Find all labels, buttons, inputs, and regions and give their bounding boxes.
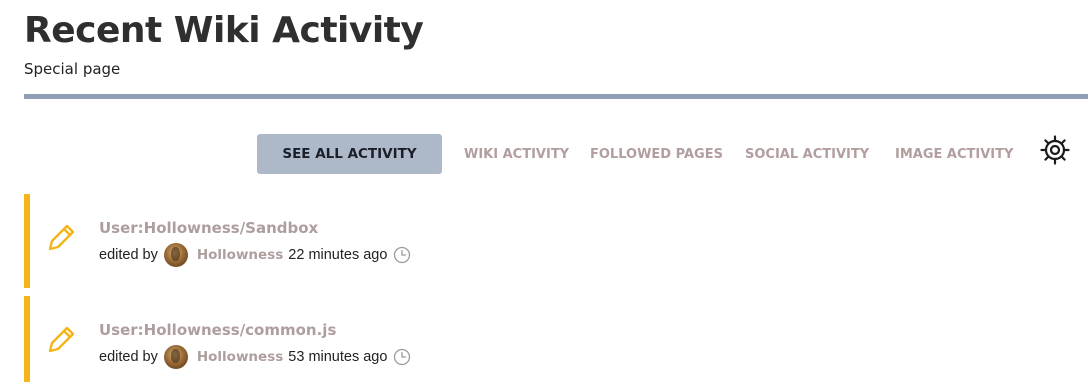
user-link[interactable]: Hollowness bbox=[197, 247, 283, 263]
tab-followed-pages[interactable]: FOLLOWED PAGES bbox=[590, 134, 723, 174]
activity-accent-bar bbox=[24, 296, 30, 382]
activity-accent-bar bbox=[24, 194, 30, 288]
activity-page-link[interactable]: User:Hollowness/Sandbox bbox=[99, 219, 318, 237]
edited-by-label: edited by bbox=[99, 349, 158, 365]
activity-item: User:Hollowness/Sandbox edited by Hollow… bbox=[24, 194, 1088, 288]
clock-icon[interactable] bbox=[393, 348, 411, 366]
user-link[interactable]: Hollowness bbox=[197, 349, 283, 365]
clock-icon[interactable] bbox=[393, 246, 411, 264]
edited-by-label: edited by bbox=[99, 247, 158, 263]
page-title: Recent Wiki Activity bbox=[24, 10, 424, 51]
activity-tabs: SEE ALL ACTIVITY WIKI ACTIVITY FOLLOWED … bbox=[0, 134, 1088, 174]
activity-page-link[interactable]: User:Hollowness/common.js bbox=[99, 321, 336, 339]
activity-time: 22 minutes ago bbox=[288, 247, 388, 263]
pencil-icon bbox=[48, 224, 75, 251]
header-divider bbox=[24, 94, 1088, 99]
tab-image-activity[interactable]: IMAGE ACTIVITY bbox=[895, 134, 1013, 174]
activity-meta: edited by Hollowness 53 minutes ago bbox=[99, 343, 411, 371]
page-subtitle: Special page bbox=[24, 60, 121, 78]
avatar[interactable] bbox=[163, 243, 188, 267]
activity-time: 53 minutes ago bbox=[288, 349, 388, 365]
activity-meta: edited by Hollowness 22 minutes ago bbox=[99, 241, 411, 269]
pencil-icon bbox=[48, 326, 75, 353]
tab-wiki-activity[interactable]: WIKI ACTIVITY bbox=[464, 134, 569, 174]
avatar[interactable] bbox=[163, 345, 188, 369]
page: Recent Wiki Activity Special page SEE AL… bbox=[0, 0, 1088, 382]
tab-social-activity[interactable]: SOCIAL ACTIVITY bbox=[745, 134, 869, 174]
tab-see-all-activity[interactable]: SEE ALL ACTIVITY bbox=[257, 134, 442, 174]
gear-icon[interactable] bbox=[1039, 134, 1071, 166]
activity-item: User:Hollowness/common.js edited by Holl… bbox=[24, 296, 1088, 382]
